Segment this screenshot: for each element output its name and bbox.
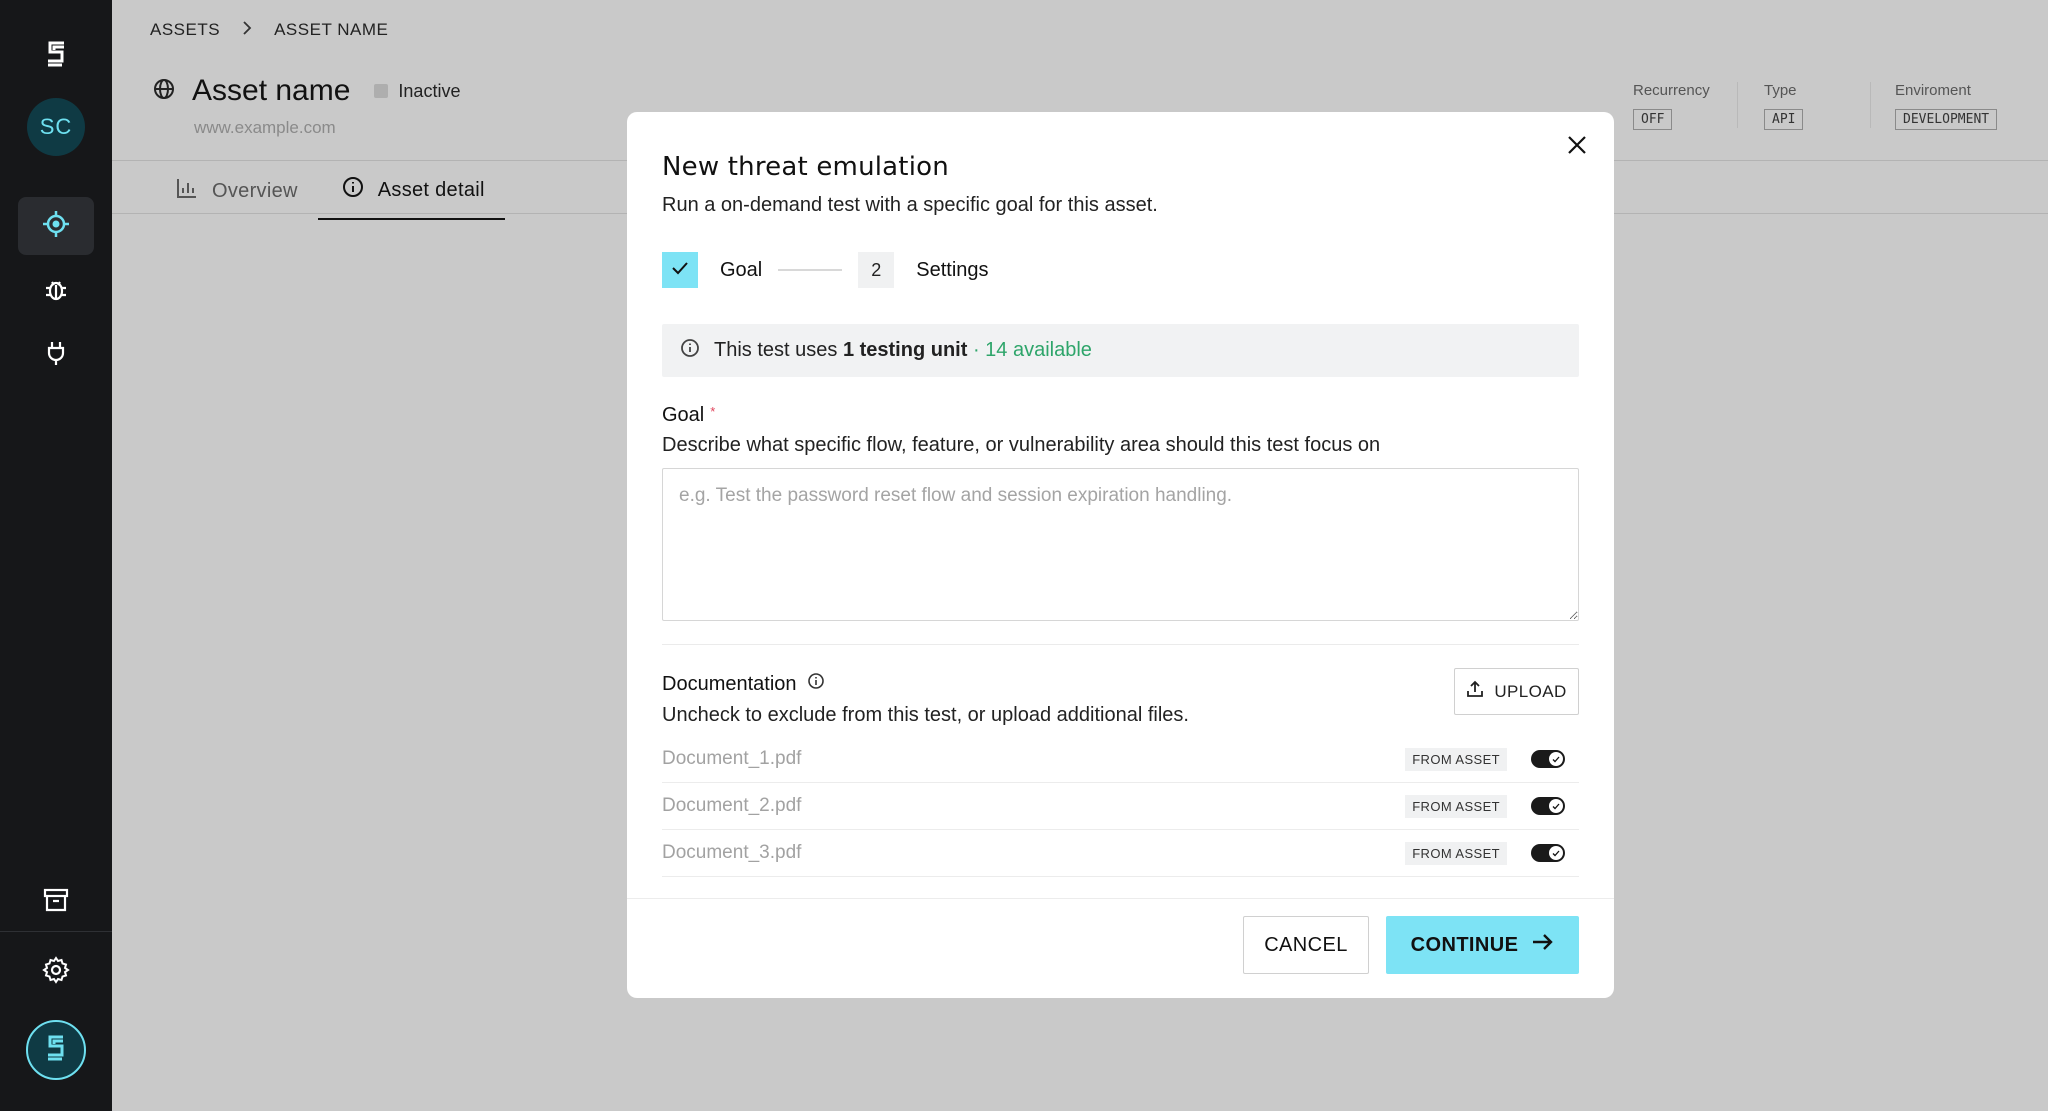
plug-icon [44, 340, 68, 371]
logo-icon[interactable] [38, 36, 74, 72]
testing-unit-info: This test uses 1 testing unit · 14 avail… [662, 324, 1579, 377]
bug-icon [43, 276, 69, 307]
continue-label: CONTINUE [1410, 933, 1519, 956]
meta-value: API [1764, 109, 1804, 130]
include-toggle[interactable] [1531, 750, 1565, 768]
list-item: Document_3.pdf FROM ASSET [662, 830, 1579, 877]
user-avatar[interactable]: SC [27, 98, 85, 156]
meta-label: Recurrency [1633, 82, 1710, 99]
meta-label: Type [1764, 82, 1797, 99]
workspace-logo-icon [45, 1034, 67, 1067]
check-icon [671, 261, 689, 280]
meta-value: DEVELOPMENT [1895, 109, 1998, 130]
target-icon [42, 210, 70, 243]
tab-label: Overview [212, 179, 298, 202]
meta-recurrency: Recurrency OFF [1633, 82, 1710, 130]
upload-icon [1466, 680, 1484, 703]
cancel-button[interactable]: CANCEL [1243, 916, 1369, 974]
meta-separator [1737, 82, 1738, 128]
globe-icon [152, 77, 176, 106]
documentation-label-text: Documentation [662, 672, 797, 695]
breadcrumb-current: ASSET NAME [274, 20, 389, 39]
status-text: Inactive [398, 80, 461, 101]
archive-icon [43, 887, 69, 918]
breadcrumb: ASSETS ASSET NAME [150, 20, 388, 40]
new-threat-emulation-modal: New threat emulation Run a on-demand tes… [627, 112, 1614, 998]
goal-textarea[interactable] [662, 468, 1579, 621]
close-button[interactable] [1560, 130, 1594, 164]
document-name: Document_1.pdf [662, 748, 802, 769]
meta-environment: Enviroment DEVELOPMENT [1895, 82, 1998, 130]
asset-url: www.example.com [194, 118, 336, 137]
source-badge: FROM ASSET [1405, 747, 1507, 771]
info-icon[interactable] [807, 672, 825, 696]
asset-header: Asset name Inactive [152, 74, 460, 108]
sidebar-item-archive[interactable] [18, 873, 94, 931]
source-badge: FROM ASSET [1405, 841, 1507, 865]
include-toggle[interactable] [1531, 797, 1565, 815]
modal-subtitle: Run a on-demand test with a specific goa… [662, 194, 1158, 216]
info-units: 1 testing unit [842, 339, 968, 361]
toggle-knob [1549, 752, 1563, 766]
document-controls: FROM ASSET [1405, 841, 1579, 865]
sidebar-item-settings[interactable] [18, 943, 94, 1001]
workspace-avatar[interactable] [26, 1020, 86, 1080]
document-name: Document_2.pdf [662, 795, 802, 816]
sidebar: SC [0, 0, 112, 1111]
asset-title: Asset name [192, 74, 351, 107]
document-controls: FROM ASSET [1405, 794, 1579, 818]
upload-button[interactable]: UPLOAD [1454, 668, 1579, 715]
tab-label: Asset detail [377, 178, 485, 201]
include-toggle[interactable] [1531, 844, 1565, 862]
breadcrumb-assets[interactable]: ASSETS [150, 20, 220, 40]
stepper: Goal 2 Settings [662, 252, 989, 288]
meta-label: Enviroment [1895, 82, 1971, 99]
goal-description: Describe what specific flow, feature, or… [662, 434, 1381, 456]
document-list: Document_1.pdf FROM ASSET Document_2.pdf… [662, 736, 1579, 877]
info-available: · 14 available [967, 339, 1092, 361]
continue-button[interactable]: CONTINUE [1386, 916, 1579, 974]
toggle-knob [1549, 799, 1563, 813]
arrow-right-icon [1532, 933, 1554, 957]
sidebar-item-bug[interactable] [18, 262, 94, 320]
status-badge: Inactive [374, 81, 460, 102]
avatar-initials: SC [39, 114, 73, 139]
status-dot [374, 84, 389, 98]
step-goal-label[interactable]: Goal [720, 259, 762, 282]
close-icon [1567, 135, 1587, 160]
sidebar-item-plug[interactable] [18, 326, 94, 384]
documentation-label: Documentation [662, 672, 825, 696]
step-number: 2 [858, 252, 895, 288]
document-name: Document_3.pdf [662, 842, 802, 863]
step-complete-indicator [662, 252, 698, 288]
meta-type: Type API [1764, 82, 1804, 130]
list-item: Document_2.pdf FROM ASSET [662, 783, 1579, 830]
toggle-knob [1549, 846, 1563, 860]
document-controls: FROM ASSET [1405, 747, 1579, 771]
goal-label: Goal * [662, 404, 715, 427]
upload-label: UPLOAD [1494, 681, 1567, 701]
modal-title: New threat emulation [662, 152, 949, 182]
section-divider [662, 644, 1579, 645]
info-text: This test uses 1 testing unit · 14 avail… [714, 339, 1092, 362]
required-mark: * [710, 404, 716, 419]
meta-separator [1870, 82, 1871, 128]
list-item: Document_1.pdf FROM ASSET [662, 736, 1579, 783]
chart-icon [176, 177, 198, 205]
step-connector [778, 269, 843, 271]
source-badge: FROM ASSET [1405, 794, 1507, 818]
info-prefix: This test uses [714, 339, 843, 361]
gear-icon [42, 955, 70, 989]
documentation-description: Uncheck to exclude from this test, or up… [662, 704, 1189, 726]
info-icon [342, 176, 364, 204]
footer-divider [627, 898, 1614, 899]
info-icon [680, 338, 700, 364]
meta-value: OFF [1633, 109, 1673, 130]
chevron-right-icon [242, 20, 252, 40]
sidebar-item-target[interactable] [18, 197, 94, 255]
sidebar-divider [0, 931, 112, 932]
step-settings-label[interactable]: Settings [916, 259, 988, 282]
goal-label-text: Goal [662, 404, 705, 426]
